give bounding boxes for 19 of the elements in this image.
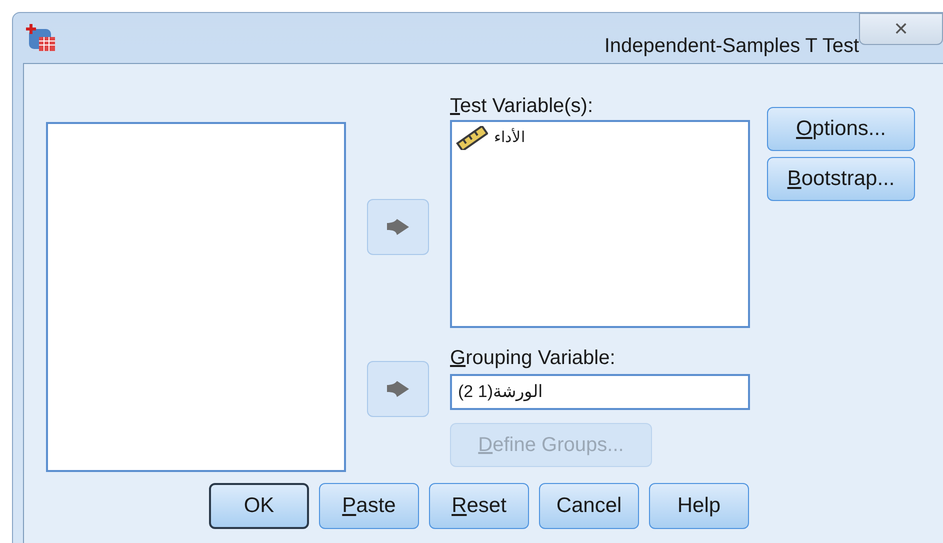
window-title: Independent-Samples T Test [604, 34, 859, 59]
dialog-button[interactable]: Cancel [539, 483, 639, 529]
source-variable-list[interactable] [46, 122, 346, 472]
side-button[interactable]: Bootstrap... [767, 157, 915, 201]
side-button[interactable]: Options... [767, 107, 915, 151]
variable-name[interactable]: الأداء [494, 126, 525, 150]
test-variables-label: Test Variable(s): [450, 94, 594, 118]
arrow-right-icon [385, 217, 411, 237]
arrow-right-icon [385, 379, 411, 399]
dialog-button[interactable]: Help [649, 483, 749, 529]
dialog-button[interactable]: Paste [319, 483, 419, 529]
test-variables-list[interactable]: الأداء [450, 120, 750, 328]
move-arrow-button[interactable] [367, 199, 429, 255]
close-button[interactable]: ✕ [859, 13, 943, 45]
grouping-variable-field[interactable]: الورشة(1 2) [450, 374, 750, 410]
dialog-button[interactable]: OK [209, 483, 309, 529]
grouping-variable-label: Grouping Variable: [450, 346, 616, 370]
dialog-button[interactable]: Reset [429, 483, 529, 529]
move-arrow-button[interactable] [367, 361, 429, 417]
